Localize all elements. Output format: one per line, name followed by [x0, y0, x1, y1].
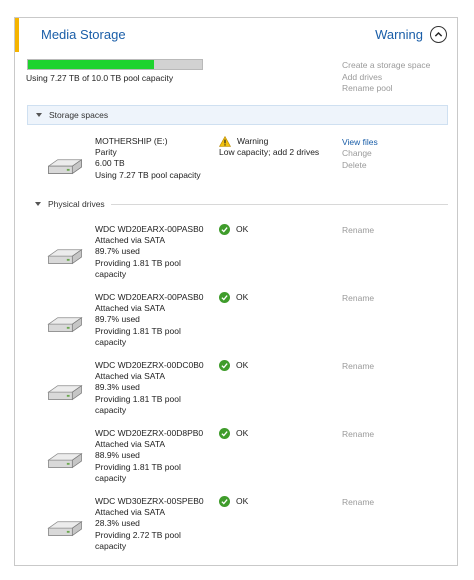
drive-used: 88.9% used — [95, 450, 140, 461]
rename-drive-link[interactable]: Rename — [342, 429, 374, 440]
ok-icon — [219, 224, 230, 236]
drive-providing-cont: capacity — [95, 336, 127, 347]
collapse-button[interactable] — [430, 26, 447, 43]
pool-capacity-text: Using 7.27 TB of 10.0 TB pool capacity — [26, 73, 174, 83]
drive-info: WDC WD20EZRX-00D8PB0 Attached via SATA 8… — [95, 428, 203, 484]
rename-drive-link[interactable]: Rename — [342, 225, 374, 236]
space-resiliency: Parity — [95, 147, 117, 158]
hard-drive-icon — [47, 521, 83, 537]
pool-status: Warning — [375, 27, 423, 42]
space-status: Warning Low capacity; add 2 drives — [219, 136, 319, 158]
hard-drive-icon — [48, 159, 82, 175]
ok-icon — [219, 428, 230, 440]
drive-connection: Attached via SATA — [95, 371, 166, 382]
drive-used: 28.3% used — [95, 518, 140, 529]
expand-triangle-icon — [35, 202, 41, 206]
drive-connection: Attached via SATA — [95, 235, 166, 246]
pool-capacity-fill — [28, 60, 155, 69]
pool-actions: Create a storage space Add drives Rename… — [342, 60, 430, 95]
hard-drive-icon — [47, 317, 83, 333]
drive-providing: Providing 2.72 TB pool — [95, 529, 181, 540]
pool-title: Media Storage — [41, 27, 126, 42]
add-drives-link[interactable]: Add drives — [342, 72, 430, 84]
drive-providing-cont: capacity — [95, 472, 127, 483]
hard-drive-icon — [47, 385, 83, 401]
rename-drive-link[interactable]: Rename — [342, 361, 374, 372]
drive-name: WDC WD20EARX-00PASB0 — [95, 224, 204, 234]
rename-pool-link[interactable]: Rename pool — [342, 83, 430, 95]
drive-used: 89.7% used — [95, 314, 140, 325]
drive-name: WDC WD20EARX-00PASB0 — [95, 292, 204, 302]
physical-drives-label: Physical drives — [48, 199, 105, 209]
drive-status-text: OK — [236, 224, 249, 234]
space-size: 6.00 TB — [95, 158, 125, 169]
drive-name: WDC WD30EZRX-00SPEB0 — [95, 496, 204, 506]
drive-providing: Providing 1.81 TB pool — [95, 393, 181, 404]
chevron-up-icon — [434, 31, 443, 37]
drive-providing-cont: capacity — [95, 540, 127, 551]
drive-providing-cont: capacity — [95, 268, 127, 279]
storage-space-info: MOTHERSHIP (E:) Parity 6.00 TB Using 7.2… — [95, 136, 201, 181]
drive-status: OK — [219, 496, 249, 508]
drive-providing: Providing 1.81 TB pool — [95, 257, 181, 268]
storage-pool-panel: Media Storage Warning Using 7.27 TB of 1… — [14, 17, 458, 566]
pool-capacity-bar — [27, 59, 203, 70]
drive-status-text: OK — [236, 496, 249, 506]
space-usage: Using 7.27 TB pool capacity — [95, 169, 201, 180]
change-link[interactable]: Change — [342, 148, 378, 159]
drive-status-text: OK — [236, 292, 249, 302]
storage-spaces-header[interactable]: Storage spaces — [27, 105, 448, 125]
drive-status: OK — [219, 360, 249, 372]
rename-drive-link[interactable]: Rename — [342, 497, 374, 508]
section-divider — [111, 204, 448, 205]
pool-header: Media Storage Warning — [15, 18, 457, 52]
space-status-text: Warning — [237, 136, 269, 146]
drive-status: OK — [219, 224, 249, 236]
drive-info: WDC WD20EZRX-00DC0B0 Attached via SATA 8… — [95, 360, 204, 416]
ok-icon — [219, 496, 230, 508]
drive-used: 89.7% used — [95, 246, 140, 257]
rename-drive-link[interactable]: Rename — [342, 293, 374, 304]
drive-connection: Attached via SATA — [95, 439, 166, 450]
drive-info: WDC WD20EARX-00PASB0 Attached via SATA 8… — [95, 292, 203, 348]
drive-info: WDC WD20EARX-00PASB0 Attached via SATA 8… — [95, 224, 203, 280]
ok-icon — [219, 360, 230, 372]
drive-providing-cont: capacity — [95, 404, 127, 415]
hard-drive-icon — [47, 249, 83, 265]
drive-used: 89.3% used — [95, 382, 140, 393]
drive-status: OK — [219, 292, 249, 304]
view-files-link[interactable]: View files — [342, 137, 378, 148]
space-status-detail: Low capacity; add 2 drives — [219, 147, 320, 158]
drive-status-text: OK — [236, 428, 249, 438]
warning-stripe — [15, 18, 19, 52]
drive-name: WDC WD20EZRX-00D8PB0 — [95, 428, 204, 438]
storage-spaces-label: Storage spaces — [49, 110, 109, 120]
drive-name: WDC WD20EZRX-00DC0B0 — [95, 360, 204, 370]
drive-info: WDC WD30EZRX-00SPEB0 Attached via SATA 2… — [95, 496, 204, 552]
drive-providing: Providing 1.81 TB pool — [95, 461, 181, 472]
hard-drive-icon — [47, 453, 83, 469]
warning-icon — [219, 136, 231, 147]
create-storage-space-link[interactable]: Create a storage space — [342, 60, 430, 72]
drive-status-text: OK — [236, 360, 249, 370]
physical-drives-header[interactable]: Physical drives — [27, 196, 448, 212]
ok-icon — [219, 292, 230, 304]
delete-link[interactable]: Delete — [342, 160, 378, 171]
space-name: MOTHERSHIP (E:) — [95, 136, 168, 146]
expand-triangle-icon — [36, 113, 42, 117]
drive-status: OK — [219, 428, 249, 440]
space-actions: View files Change Delete — [342, 137, 378, 171]
drive-providing: Providing 1.81 TB pool — [95, 325, 181, 336]
drive-connection: Attached via SATA — [95, 507, 166, 518]
drive-connection: Attached via SATA — [95, 303, 166, 314]
